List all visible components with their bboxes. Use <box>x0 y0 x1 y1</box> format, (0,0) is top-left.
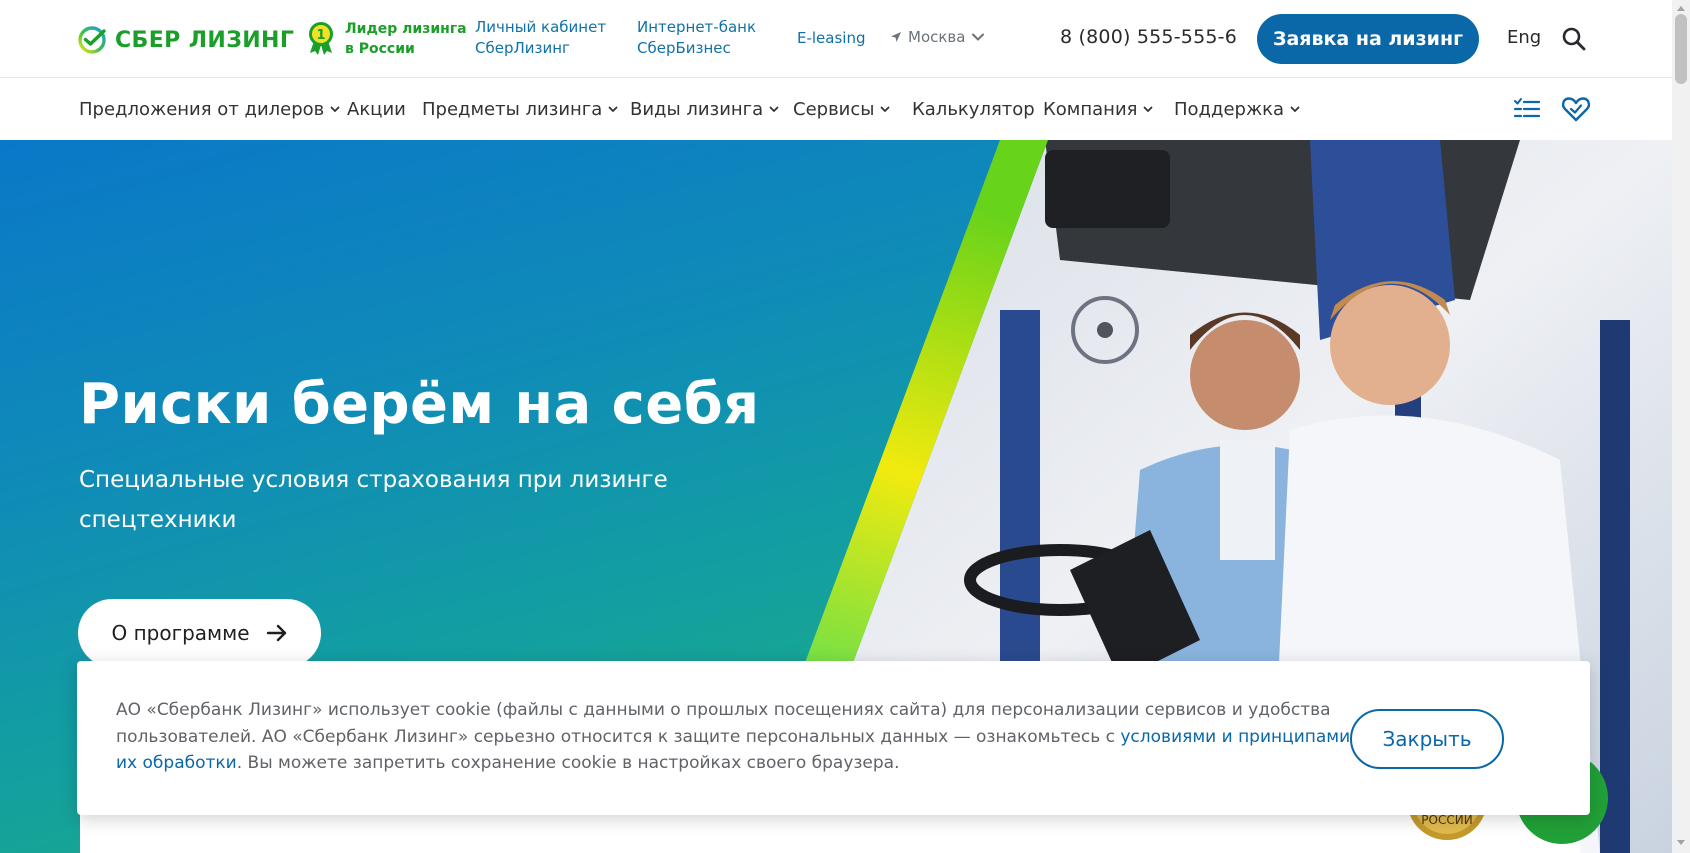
chevron-down-icon <box>330 106 340 113</box>
nav-item-label: Предметы лизинга <box>422 98 603 120</box>
nav-item-label: Сервисы <box>793 98 875 120</box>
personal-cabinet-line-2: СберЛизинг <box>475 39 570 57</box>
language-switch[interactable]: Eng <box>1507 27 1541 48</box>
leader-badge[interactable]: 1 Лидер лизинга в России <box>305 19 467 59</box>
cookie-text-after: . Вы можете запретить сохранение cookie … <box>236 753 900 773</box>
cookie-close-button[interactable]: Закрыть <box>1350 709 1504 769</box>
scroll-thumb[interactable] <box>1675 14 1687 84</box>
nav-item-company[interactable]: Компания <box>1043 78 1154 140</box>
hero-subtitle: Специальные условия страхования при лизи… <box>79 467 668 533</box>
sber-leasing-logo[interactable]: СБЕР ЛИЗИНГ <box>77 25 294 55</box>
personal-cabinet-link[interactable]: Личный кабинет СберЛизинг <box>475 17 606 59</box>
leader-line-2: в России <box>345 41 415 57</box>
e-leasing-link[interactable]: E-leasing <box>797 28 866 49</box>
page-scrollbar[interactable] <box>1672 0 1690 853</box>
internet-bank-line-2: СберБизнес <box>637 39 731 57</box>
nav-item-label: Акции <box>347 98 406 120</box>
chevron-down-icon <box>608 106 618 113</box>
leasing-application-button[interactable]: Заявка на лизинг <box>1257 14 1479 64</box>
hotline-phone[interactable]: 8 (800) 555-555-6 <box>1060 26 1237 48</box>
internet-bank-line-1: Интернет-банк <box>637 18 757 36</box>
city-selector[interactable]: Москва <box>890 28 985 46</box>
sber-logo-icon <box>78 26 106 54</box>
search-icon[interactable] <box>1561 26 1587 52</box>
nav-item-label: Компания <box>1043 98 1138 120</box>
nav-item-calculator[interactable]: Калькулятор <box>912 78 1035 140</box>
about-program-button[interactable]: О программе <box>78 599 321 667</box>
nav-item-label: Предложения от дилеров <box>79 98 325 120</box>
nav-item-label: Поддержка <box>1174 98 1285 120</box>
hero-title: Риски берём на себя <box>79 372 760 437</box>
compare-list-icon[interactable] <box>1511 93 1543 125</box>
top-header: СБЕР ЛИЗИНГ 1 Лидер лизинга в России Лич… <box>0 0 1672 78</box>
nav-item-leasing-subjects[interactable]: Предметы лизинга <box>422 78 619 140</box>
chevron-down-icon <box>881 106 890 113</box>
nav-item-promotions[interactable]: Акции <box>347 78 406 140</box>
chevron-down-icon <box>769 106 779 113</box>
nav-item-dealer-offers[interactable]: Предложения от дилеров <box>79 78 341 140</box>
scroll-up-arrow-icon[interactable] <box>1677 6 1685 11</box>
cookie-banner: АО «Сбербанк Лизинг» использует cookie (… <box>77 661 1590 815</box>
nav-item-label: Калькулятор <box>912 98 1035 120</box>
leader-line-1: Лидер лизинга <box>345 21 467 37</box>
nav-item-services[interactable]: Сервисы <box>793 78 891 140</box>
nav-item-label: Виды лизинга <box>630 98 764 120</box>
chevron-down-icon <box>1290 106 1300 113</box>
location-arrow-icon <box>891 32 901 42</box>
personal-cabinet-line-1: Личный кабинет <box>475 18 607 36</box>
medal-text: РОССИИ <box>1421 813 1472 827</box>
leader-badge-number: 1 <box>316 28 325 43</box>
favorites-heart-icon[interactable] <box>1560 93 1592 125</box>
chevron-down-icon <box>1144 106 1153 113</box>
arrow-right-icon <box>266 624 286 642</box>
scroll-down-arrow-icon[interactable] <box>1677 840 1685 845</box>
cookie-notice-text: АО «Сбербанк Лизинг» использует cookie (… <box>116 697 1356 777</box>
award-medal-icon: 1 <box>309 22 333 55</box>
main-nav: Предложения от дилеров Акции Предметы ли… <box>0 78 1672 140</box>
logo-text: СБЕР ЛИЗИНГ <box>115 27 295 53</box>
nav-item-support[interactable]: Поддержка <box>1174 78 1301 140</box>
city-name: Москва <box>908 28 966 46</box>
chevron-down-icon <box>972 33 985 41</box>
nav-item-leasing-types[interactable]: Виды лизинга <box>630 78 780 140</box>
internet-bank-link[interactable]: Интернет-банк СберБизнес <box>637 17 756 59</box>
about-program-label: О программе <box>111 621 250 645</box>
